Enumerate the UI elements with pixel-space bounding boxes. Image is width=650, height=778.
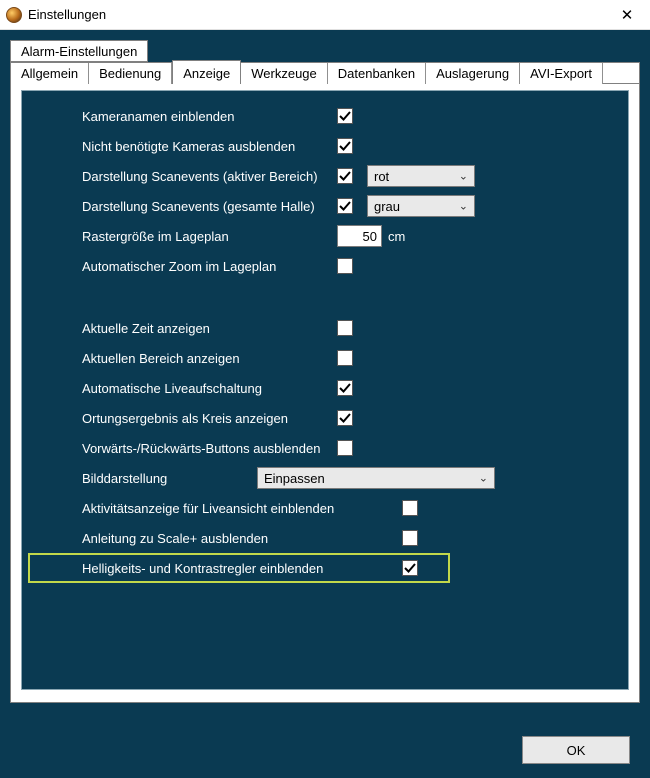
label-rastergroesse: Rastergröße im Lageplan (82, 229, 337, 244)
checkbox-kameras-ausblenden[interactable] (337, 138, 353, 154)
chevron-down-icon: ⌄ (459, 170, 468, 183)
input-rastergroesse[interactable] (337, 225, 382, 247)
row-kameras-ausblenden: Nicht benötigte Kameras ausblenden (82, 131, 614, 161)
row-rastergroesse: Rastergröße im Lageplan cm (82, 221, 614, 251)
tab-allgemein[interactable]: Allgemein (11, 63, 89, 84)
row-aktivitaetsanzeige: Aktivitätsanzeige für Liveansicht einble… (82, 493, 614, 523)
checkbox-aktivitaetsanzeige[interactable] (402, 500, 418, 516)
checkbox-anleitung-scaleplus[interactable] (402, 530, 418, 546)
tab-anzeige[interactable]: Anzeige (172, 60, 241, 84)
tab-datenbanken[interactable]: Datenbanken (328, 63, 426, 84)
tab-strip-upper: Alarm-Einstellungen (10, 40, 640, 62)
row-aktuelle-zeit: Aktuelle Zeit anzeigen (82, 313, 614, 343)
select-scanevents-aktiv-color[interactable]: rot ⌄ (367, 165, 475, 187)
tab-auslagerung[interactable]: Auslagerung (426, 63, 520, 84)
select-bilddarstellung[interactable]: Einpassen ⌄ (257, 467, 495, 489)
row-scanevents-halle: Darstellung Scanevents (gesamte Halle) g… (82, 191, 614, 221)
checkbox-helligkeit-kontrast[interactable] (402, 560, 418, 576)
title-bar: Einstellungen ✕ (0, 0, 650, 30)
row-auto-zoom: Automatischer Zoom im Lageplan (82, 251, 614, 281)
label-aktuelle-zeit: Aktuelle Zeit anzeigen (82, 321, 337, 336)
checkbox-vr-buttons[interactable] (337, 440, 353, 456)
label-kameras-ausblenden: Nicht benötigte Kameras ausblenden (82, 139, 337, 154)
checkbox-scanevents-aktiv[interactable] (337, 168, 353, 184)
tab-bedienung[interactable]: Bedienung (89, 63, 172, 84)
label-aktueller-bereich: Aktuellen Bereich anzeigen (82, 351, 337, 366)
select-value: rot (374, 169, 389, 184)
unit-cm: cm (388, 229, 405, 244)
app-icon (6, 7, 22, 23)
tab-avi-export[interactable]: AVI-Export (520, 63, 603, 84)
chevron-down-icon: ⌄ (479, 472, 488, 485)
window-title: Einstellungen (28, 7, 604, 22)
row-bilddarstellung: Bilddarstellung Einpassen ⌄ (82, 463, 614, 493)
tab-panel-outer: Kameranamen einblenden Nicht benötigte K… (10, 84, 640, 703)
label-auto-zoom: Automatischer Zoom im Lageplan (82, 259, 337, 274)
label-aktivitaetsanzeige: Aktivitätsanzeige für Liveansicht einble… (82, 501, 402, 516)
label-bilddarstellung: Bilddarstellung (82, 471, 257, 486)
tab-strip-lower: Allgemein Bedienung Anzeige Werkzeuge Da… (10, 62, 640, 84)
tab-alarm-einstellungen[interactable]: Alarm-Einstellungen (10, 40, 148, 62)
label-helligkeit-kontrast: Helligkeits- und Kontrastregler einblend… (82, 561, 402, 576)
checkbox-aktueller-bereich[interactable] (337, 350, 353, 366)
row-helligkeit-kontrast: Helligkeits- und Kontrastregler einblend… (82, 553, 614, 583)
label-vr-buttons: Vorwärts-/Rückwärts-Buttons ausblenden (82, 441, 337, 456)
settings-panel: Kameranamen einblenden Nicht benötigte K… (21, 90, 629, 690)
row-vr-buttons: Vorwärts-/Rückwärts-Buttons ausblenden (82, 433, 614, 463)
tab-werkzeuge[interactable]: Werkzeuge (241, 63, 328, 84)
row-ortung-kreis: Ortungsergebnis als Kreis anzeigen (82, 403, 614, 433)
close-button[interactable]: ✕ (604, 0, 650, 30)
tab-spacer (603, 63, 639, 84)
ok-button[interactable]: OK (522, 736, 630, 764)
checkbox-auto-zoom[interactable] (337, 258, 353, 274)
checkbox-scanevents-halle[interactable] (337, 198, 353, 214)
spacer-row (82, 281, 614, 313)
label-scanevents-halle: Darstellung Scanevents (gesamte Halle) (82, 199, 337, 214)
row-auto-live: Automatische Liveaufschaltung (82, 373, 614, 403)
row-scanevents-aktiv: Darstellung Scanevents (aktiver Bereich)… (82, 161, 614, 191)
label-scanevents-aktiv: Darstellung Scanevents (aktiver Bereich) (82, 169, 337, 184)
select-scanevents-halle-color[interactable]: grau ⌄ (367, 195, 475, 217)
row-aktueller-bereich: Aktuellen Bereich anzeigen (82, 343, 614, 373)
row-anleitung-scaleplus: Anleitung zu Scale+ ausblenden (82, 523, 614, 553)
client-area: Alarm-Einstellungen Allgemein Bedienung … (0, 30, 650, 778)
checkbox-kameranamen[interactable] (337, 108, 353, 124)
select-value: grau (374, 199, 400, 214)
row-kameranamen: Kameranamen einblenden (82, 101, 614, 131)
chevron-down-icon: ⌄ (459, 200, 468, 213)
checkbox-aktuelle-zeit[interactable] (337, 320, 353, 336)
checkbox-auto-live[interactable] (337, 380, 353, 396)
checkbox-ortung-kreis[interactable] (337, 410, 353, 426)
label-anleitung-scaleplus: Anleitung zu Scale+ ausblenden (82, 531, 402, 546)
label-kameranamen: Kameranamen einblenden (82, 109, 337, 124)
label-auto-live: Automatische Liveaufschaltung (82, 381, 337, 396)
select-value: Einpassen (264, 471, 325, 486)
label-ortung-kreis: Ortungsergebnis als Kreis anzeigen (82, 411, 337, 426)
